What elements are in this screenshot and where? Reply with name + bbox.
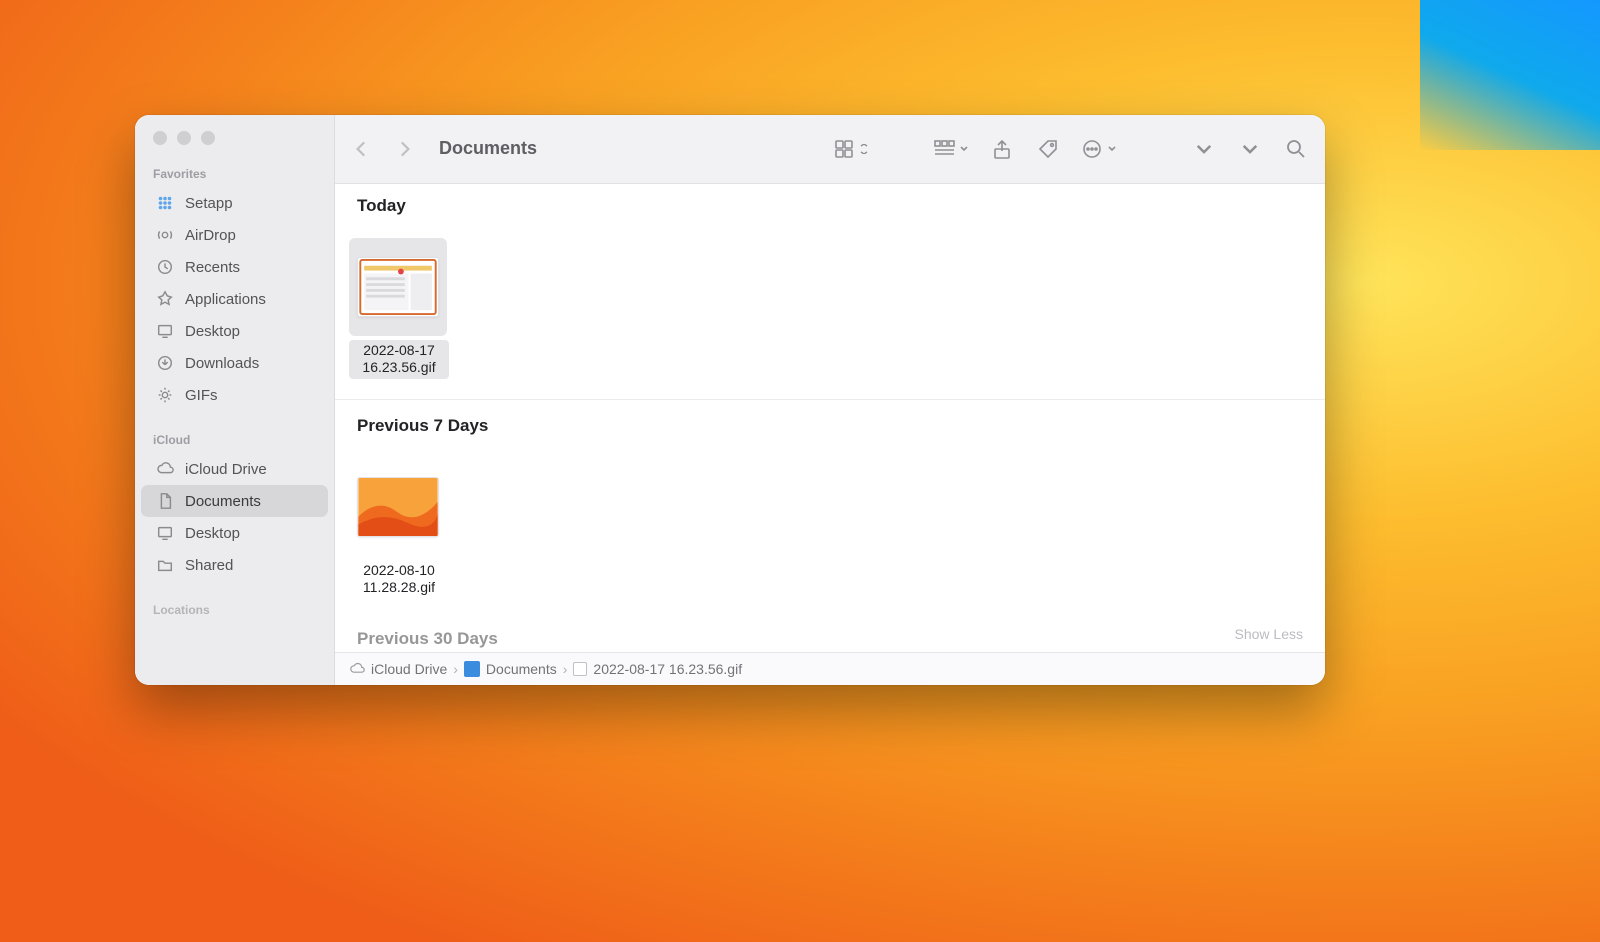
sidebar: Favorites Setapp AirDrop Recents Applica… — [135, 115, 335, 685]
movie-file-icon — [573, 662, 587, 676]
sidebar-item-downloads[interactable]: Downloads — [141, 347, 328, 379]
sidebar-item-documents[interactable]: Documents — [141, 485, 328, 517]
search-button[interactable] — [1283, 137, 1309, 161]
desktop-icon — [155, 321, 175, 341]
shared-folder-icon — [155, 555, 175, 575]
sidebar-item-label: Desktop — [185, 323, 240, 340]
nav-forward-button[interactable] — [393, 138, 415, 160]
more-actions-button[interactable] — [1081, 137, 1117, 161]
sidebar-item-setapp[interactable]: Setapp — [141, 187, 328, 219]
wallpaper-thumbnail-icon — [358, 478, 438, 536]
window-title: Documents — [439, 138, 537, 159]
file-item[interactable]: 2022-08-17 16.23.56.gif — [349, 238, 449, 379]
sidebar-item-label: iCloud Drive — [185, 461, 267, 478]
sidebar-item-desktop[interactable]: Desktop — [141, 315, 328, 347]
sidebar-item-label: Desktop — [185, 525, 240, 542]
desktop-icon — [155, 523, 175, 543]
section-header-prev30: Previous 30 Days — [335, 613, 1325, 652]
file-thumbnail — [349, 238, 447, 336]
applications-icon — [155, 289, 175, 309]
sidebar-section-locations: Locations — [135, 599, 334, 617]
nav-back-button[interactable] — [351, 138, 373, 160]
file-content-area: Today — [335, 184, 1325, 652]
path-crumb-label: Documents — [486, 661, 557, 677]
toolbar: Documents — [335, 115, 1325, 184]
download-icon — [155, 353, 175, 373]
path-crumb-label: iCloud Drive — [371, 661, 447, 677]
show-less-button[interactable]: Show Less — [1235, 626, 1303, 642]
sidebar-section-icloud: iCloud — [135, 429, 334, 453]
tag-button[interactable] — [1035, 137, 1061, 161]
sidebar-item-label: Setapp — [185, 195, 233, 212]
close-window-button[interactable] — [153, 131, 167, 145]
sidebar-item-shared[interactable]: Shared — [141, 549, 328, 581]
sidebar-item-icloud-drive[interactable]: iCloud Drive — [141, 453, 328, 485]
cloud-icon — [349, 661, 365, 677]
share-button[interactable] — [989, 137, 1015, 161]
sidebar-item-desktop-icloud[interactable]: Desktop — [141, 517, 328, 549]
file-name: 2022-08-10 11.28.28.gif — [349, 560, 449, 599]
sidebar-item-airdrop[interactable]: AirDrop — [141, 219, 328, 251]
group-by-button[interactable] — [933, 137, 969, 161]
folder-icon — [464, 661, 480, 677]
path-crumb-label: 2022-08-17 16.23.56.gif — [593, 661, 742, 677]
section-header-prev7: Previous 7 Days — [335, 400, 1325, 446]
sidebar-item-label: Shared — [185, 557, 233, 574]
path-bar: iCloud Drive › Documents › 2022-08-17 16… — [335, 652, 1325, 685]
path-crumb-file[interactable]: 2022-08-17 16.23.56.gif — [573, 661, 742, 677]
sidebar-item-recents[interactable]: Recents — [141, 251, 328, 283]
file-item[interactable]: 2022-08-10 11.28.28.gif — [349, 458, 449, 599]
sidebar-item-gifs[interactable]: GIFs — [141, 379, 328, 411]
sidebar-item-label: Applications — [185, 291, 266, 308]
file-name: 2022-08-17 16.23.56.gif — [349, 340, 449, 379]
path-crumb-icloud[interactable]: iCloud Drive — [349, 661, 447, 677]
path-crumb-documents[interactable]: Documents — [464, 661, 557, 677]
file-thumbnail — [349, 458, 447, 556]
document-icon — [155, 491, 175, 511]
gear-icon — [155, 385, 175, 405]
section-header-today: Today — [335, 184, 1325, 226]
view-mode-button[interactable] — [833, 137, 869, 161]
sidebar-section-favorites: Favorites — [135, 163, 334, 187]
zoom-window-button[interactable] — [201, 131, 215, 145]
cloud-icon — [155, 459, 175, 479]
path-separator: › — [453, 661, 458, 677]
sidebar-item-label: Documents — [185, 493, 261, 510]
clock-icon — [155, 257, 175, 277]
sidebar-item-label: Recents — [185, 259, 240, 276]
finder-window: Favorites Setapp AirDrop Recents Applica… — [135, 115, 1325, 685]
toolbar-chevron-1[interactable] — [1191, 137, 1217, 161]
app-grid-icon — [155, 193, 175, 213]
sidebar-item-label: GIFs — [185, 387, 218, 404]
sidebar-item-label: Downloads — [185, 355, 259, 372]
window-controls — [135, 131, 334, 163]
sidebar-item-label: AirDrop — [185, 227, 236, 244]
path-separator: › — [563, 661, 568, 677]
sidebar-item-applications[interactable]: Applications — [141, 283, 328, 315]
main-pane: Documents — [335, 115, 1325, 685]
minimize-window-button[interactable] — [177, 131, 191, 145]
toolbar-chevron-2[interactable] — [1237, 137, 1263, 161]
window-thumbnail-icon — [358, 258, 438, 316]
airdrop-icon — [155, 225, 175, 245]
